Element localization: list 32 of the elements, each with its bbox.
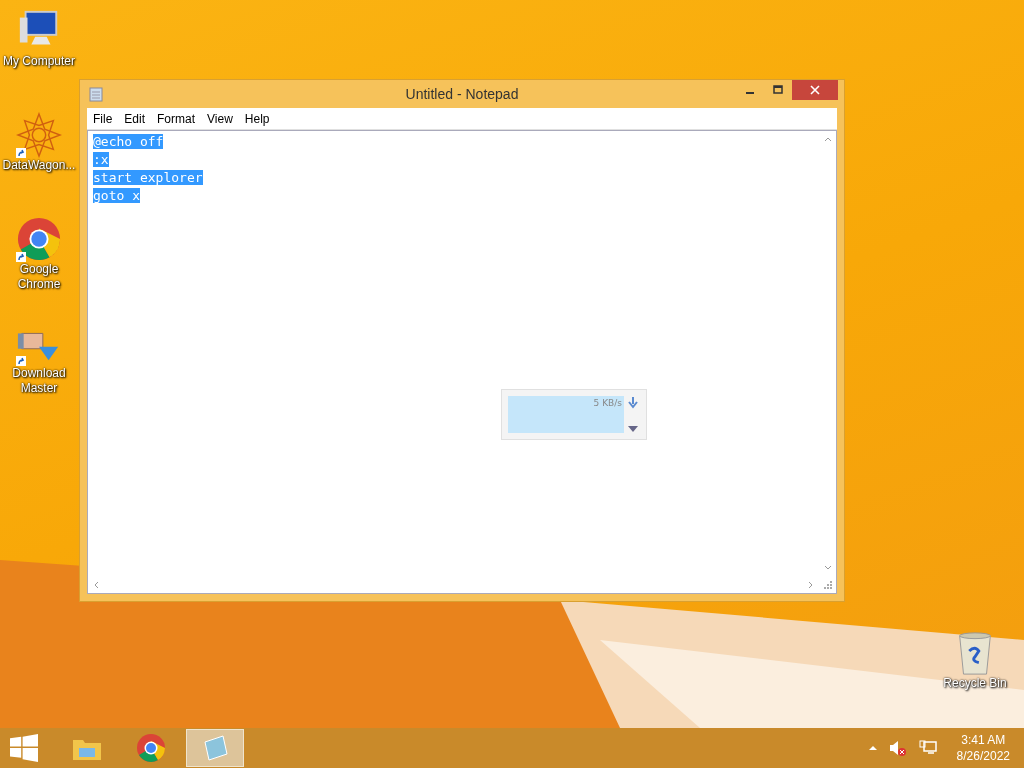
- scroll-left-icon[interactable]: [93, 580, 99, 589]
- dropdown-caret-icon[interactable]: [627, 425, 639, 433]
- muted-speaker-icon[interactable]: [888, 740, 907, 756]
- download-arrow-icon[interactable]: [627, 396, 639, 410]
- scroll-right-icon[interactable]: [808, 580, 814, 589]
- date: 8/26/2022: [956, 748, 1010, 764]
- notepad-icon: [88, 86, 104, 102]
- desktop-icon-label[interactable]: DataWagon...: [0, 158, 78, 173]
- star-pattern-icon[interactable]: [16, 112, 62, 158]
- menu-item[interactable]: Help: [238, 111, 276, 126]
- download-speed: 5 KB/s: [592, 397, 623, 410]
- network-icon[interactable]: [918, 740, 937, 756]
- show-hidden-icons-caret[interactable]: [868, 745, 877, 751]
- desktop-icon-label[interactable]: Download Master: [0, 366, 78, 396]
- clock[interactable]: 3:41 AM 8/26/2022: [956, 732, 1010, 764]
- notepad-icon[interactable]: [186, 729, 244, 767]
- windows-start-icon[interactable]: [10, 734, 38, 762]
- maximize-icon: [773, 85, 783, 95]
- menu-item[interactable]: Format: [151, 111, 202, 126]
- scroll-down-icon[interactable]: [823, 565, 832, 571]
- desktop-icon-label[interactable]: Google Chrome: [0, 262, 78, 292]
- menu-item[interactable]: File: [87, 111, 119, 126]
- time: 3:41 AM: [961, 732, 1006, 748]
- window-title: Untitled - Notepad: [405, 86, 519, 102]
- chrome-icon[interactable]: [16, 216, 62, 262]
- scroll-up-icon[interactable]: [823, 136, 832, 142]
- menu-item[interactable]: View: [201, 111, 239, 126]
- minimize-icon: [746, 92, 754, 94]
- desktop-icon-label[interactable]: My Computer: [1, 54, 77, 69]
- resize-grip-icon[interactable]: [823, 580, 833, 590]
- menu-item[interactable]: Edit: [118, 111, 152, 126]
- close-icon: [810, 85, 820, 95]
